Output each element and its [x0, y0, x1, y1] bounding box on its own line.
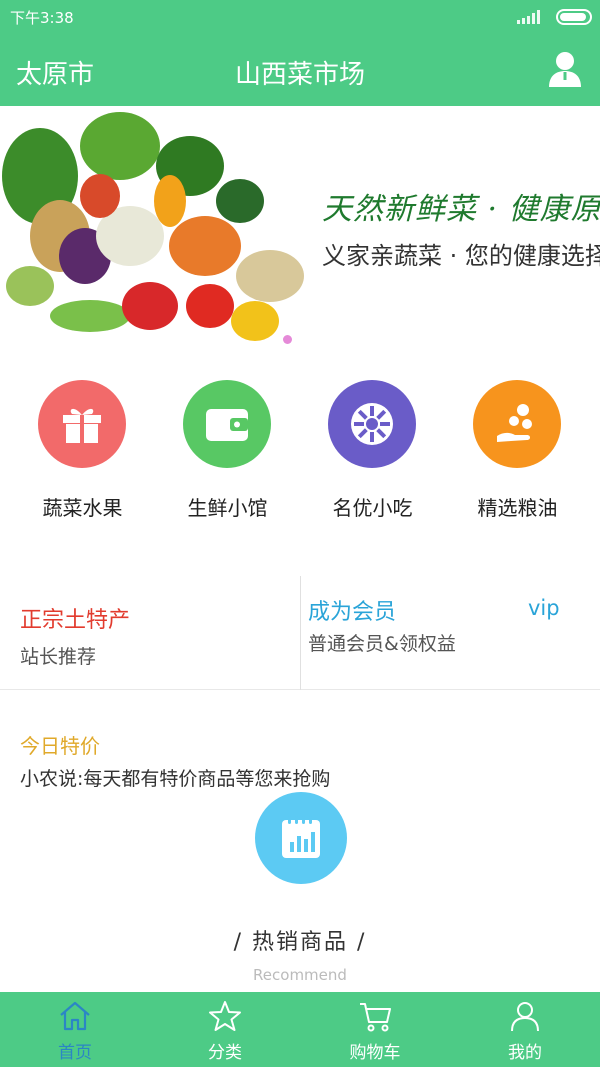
- hand-coins-icon: [473, 380, 561, 468]
- gift-box-icon: [38, 380, 126, 468]
- hot-products-title: / 热销商品 /: [233, 930, 367, 955]
- local-specialty-title: 正宗土特产: [20, 608, 131, 633]
- bottom-tab-bar: 首页 分类 购物车 我的: [0, 992, 600, 1067]
- category-fruits-vegetables[interactable]: 蔬菜水果: [0, 380, 145, 530]
- page-title: 山西菜市场: [234, 60, 365, 90]
- vegetables-image: [2, 112, 304, 341]
- daily-deals-subtitle: 小农说:每天都有特价商品等您来抢购: [20, 768, 331, 790]
- tab-home[interactable]: 首页: [0, 992, 150, 1067]
- promo-section: 正宗土特产 站长推荐 成为会员 vip 普通会员&领权益: [0, 576, 600, 690]
- category-snacks[interactable]: 名优小吃: [290, 380, 435, 530]
- hot-products-subtitle: Recommend: [253, 966, 347, 984]
- wallet-icon: [183, 380, 271, 468]
- status-time: 下午3:38: [10, 9, 74, 27]
- membership-title[interactable]: 成为会员: [308, 594, 396, 626]
- home-icon: [60, 1001, 90, 1031]
- wheel-icon: [328, 380, 416, 468]
- category-label: 名优小吃: [332, 496, 413, 520]
- category-label: 蔬菜水果: [42, 496, 123, 520]
- tab-label: 首页: [58, 1043, 92, 1063]
- local-specialty-card[interactable]: 正宗土特产 站长推荐: [20, 602, 130, 669]
- user-icon[interactable]: [548, 50, 582, 88]
- tab-label: 我的: [508, 1043, 542, 1063]
- category-label: 精选粮油: [477, 496, 558, 520]
- category-label: 生鲜小馆: [187, 496, 268, 520]
- promo-banner[interactable]: 天然新鲜菜 · 健康原生态 义家亲蔬菜 · 您的健康选择: [0, 106, 600, 352]
- cart-icon: [360, 1003, 391, 1032]
- hot-products-section: / 热销商品 / Recommend: [0, 924, 600, 984]
- tab-label: 购物车: [349, 1043, 401, 1063]
- daily-deals-title: 今日特价: [20, 734, 100, 758]
- vip-badge: vip: [528, 596, 560, 620]
- local-specialty-subtitle: 站长推荐: [20, 646, 97, 668]
- membership-subtitle[interactable]: 普通会员&领权益: [308, 629, 456, 656]
- tab-label: 分类: [208, 1043, 242, 1063]
- category-grain-oil[interactable]: 精选粮油: [435, 380, 580, 530]
- user-icon: [511, 1002, 539, 1032]
- promo-divider: [300, 576, 301, 690]
- calendar-chart-icon[interactable]: [255, 792, 347, 884]
- category-fresh-shop[interactable]: 生鲜小馆: [145, 380, 290, 530]
- tab-categories[interactable]: 分类: [150, 992, 300, 1067]
- battery-icon: [556, 9, 592, 25]
- banner-slogan-main: 天然新鲜菜 · 健康原生态: [322, 192, 600, 227]
- tab-cart[interactable]: 购物车: [300, 992, 450, 1067]
- tab-profile[interactable]: 我的: [450, 992, 600, 1067]
- banner-page-indicator: [283, 335, 292, 344]
- signal-icon: [517, 10, 540, 24]
- category-grid: 蔬菜水果 生鲜小馆 名优小吃 精选粮油: [0, 380, 600, 530]
- banner-slogan-sub: 义家亲蔬菜 · 您的健康选择: [322, 242, 600, 270]
- status-bar: 下午3:38: [0, 0, 600, 34]
- app-header: 太原市 山西菜市场: [0, 34, 600, 106]
- star-icon: [209, 1001, 241, 1031]
